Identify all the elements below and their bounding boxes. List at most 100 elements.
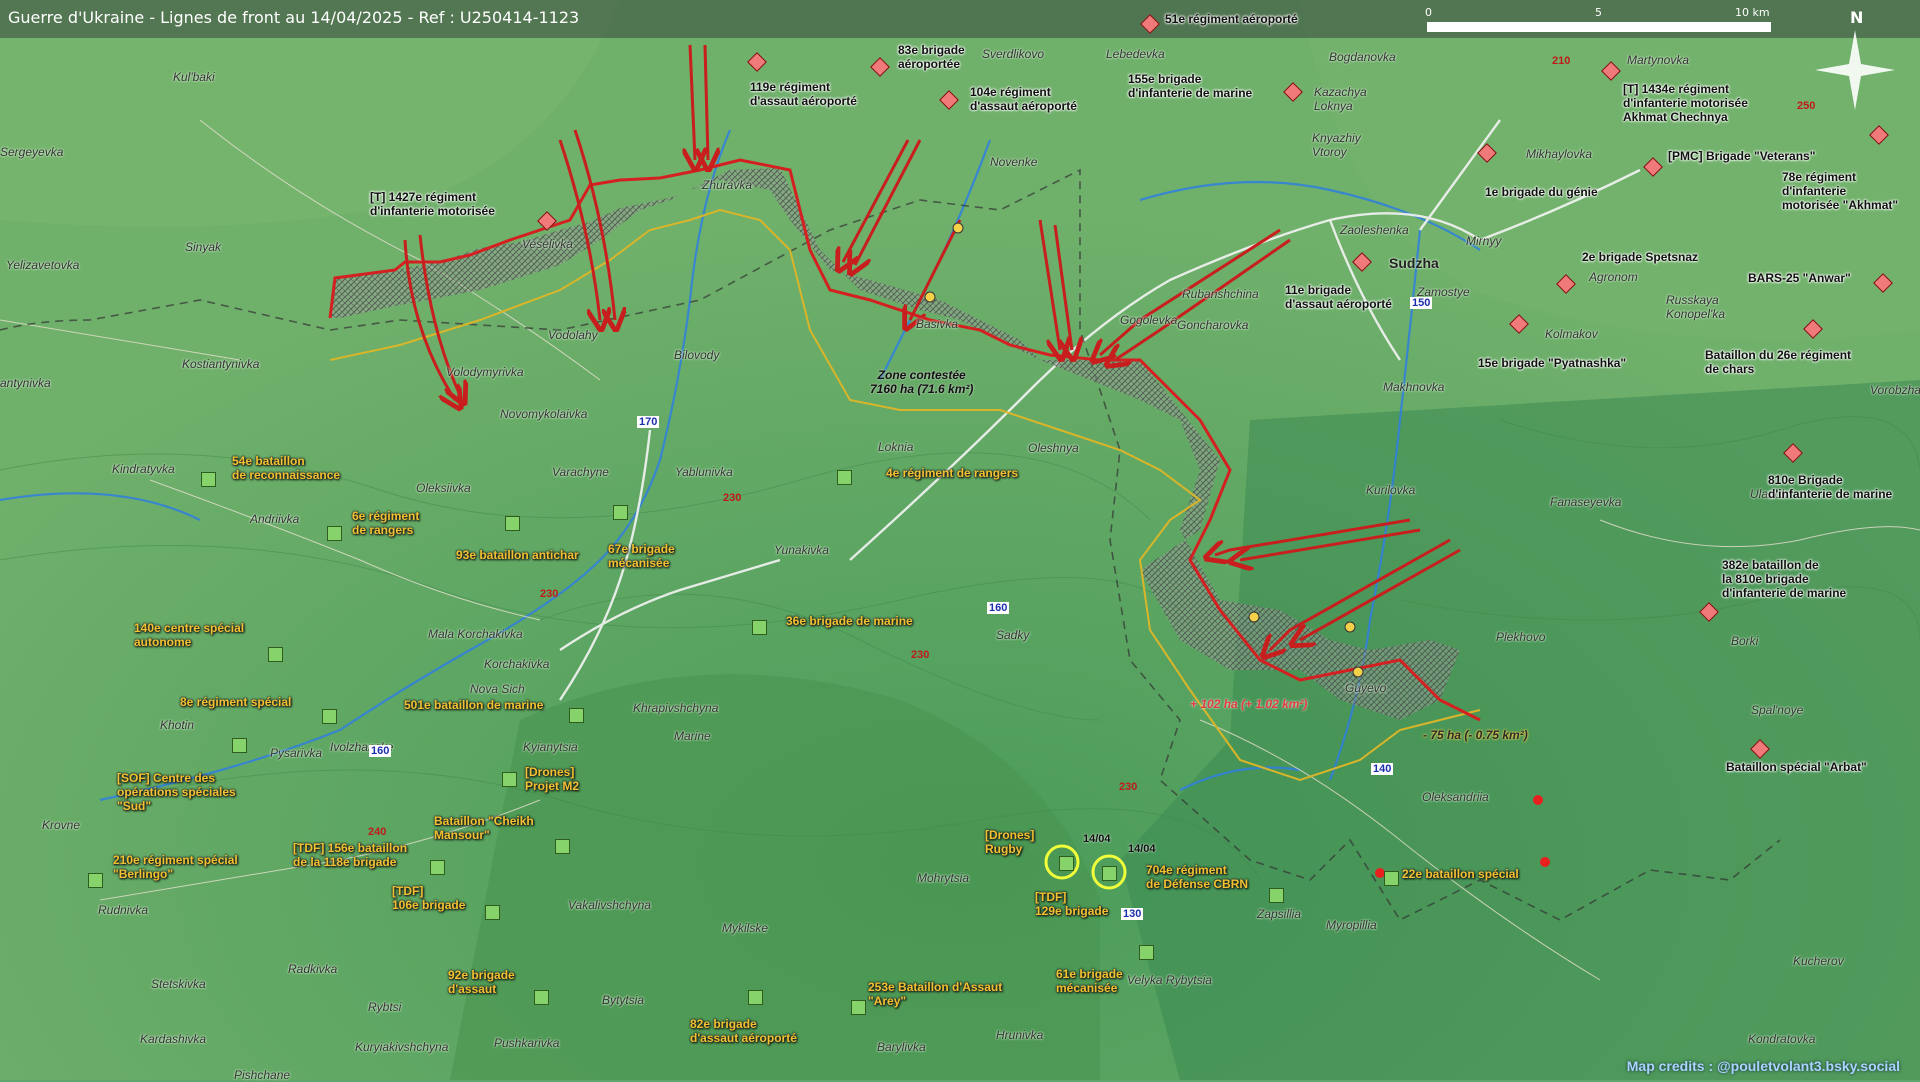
russian-unit-label: 51e régiment aéroporté bbox=[1165, 12, 1298, 26]
place-label: Kardashivka bbox=[140, 1032, 207, 1046]
ukrainian-unit-label: 54e bataillon de reconnaissance bbox=[232, 454, 341, 482]
ukrainian-unit-marker-icon bbox=[502, 772, 517, 787]
place-label: Kurilovka bbox=[1366, 483, 1416, 497]
place-label: Oleksandriia bbox=[1422, 790, 1489, 804]
road-number-label: 240 bbox=[368, 826, 387, 838]
place-label: Kolmakov bbox=[1545, 327, 1598, 341]
place-label: Martynovka bbox=[1627, 53, 1690, 67]
place-label: Andriivka bbox=[250, 512, 300, 526]
place-label: Kazachya Loknya bbox=[1314, 85, 1367, 113]
place-label: Zhuravka bbox=[702, 178, 753, 192]
russian-unit-label: 78e régiment d'infanterie motorisée "Akh… bbox=[1782, 170, 1899, 212]
terrain-map bbox=[0, 0, 1920, 1080]
place-label: Makhnovka bbox=[1383, 380, 1445, 394]
ukrainian-unit-label: 92e brigade d'assaut bbox=[448, 968, 515, 996]
road-number-label: 140 bbox=[1371, 763, 1394, 775]
ukrainian-unit-label: 67e brigade mécanisée bbox=[608, 542, 675, 570]
place-label: Guyevo bbox=[1345, 681, 1387, 695]
place-label: Velyka Rybytsia bbox=[1127, 973, 1212, 987]
russian-unit-label: [T] 1427e régiment d'infanterie motorisé… bbox=[370, 190, 495, 218]
russian-unit-label: Bataillon spécial "Arbat" bbox=[1726, 760, 1867, 774]
place-label: Kucherov bbox=[1793, 954, 1844, 968]
road-number-label: 150 bbox=[1410, 297, 1433, 309]
russian-unit-label: 1e brigade du génie bbox=[1485, 185, 1598, 199]
place-label: Zaoleshenka bbox=[1340, 223, 1409, 237]
road-number-label: 250 bbox=[1797, 100, 1816, 112]
place-label: Khotin bbox=[160, 718, 195, 732]
map-title: Guerre d'Ukraine - Lignes de front au 14… bbox=[8, 8, 580, 27]
place-label: Marine bbox=[674, 729, 711, 743]
road-number-label: 170 bbox=[637, 416, 660, 428]
ukrainian-unit-marker-icon bbox=[327, 526, 342, 541]
ukrainian-unit-marker-icon bbox=[201, 472, 216, 487]
road-number-label: 160 bbox=[987, 602, 1010, 614]
place-label: Pysarivka bbox=[270, 746, 323, 760]
ukrainian-unit-marker-icon bbox=[613, 505, 628, 520]
place-label: Oleshnya bbox=[1028, 441, 1079, 455]
ukrainian-unit-marker-icon bbox=[505, 516, 520, 531]
place-label: Nova Sich bbox=[470, 682, 525, 696]
place-label: Sadky bbox=[996, 628, 1030, 642]
place-label: Rubanshchina bbox=[1182, 287, 1259, 301]
place-label: Barylivka bbox=[877, 1040, 926, 1054]
place-label: Gogolevka bbox=[1120, 313, 1178, 327]
scale-label-10: 10 km bbox=[1735, 6, 1770, 19]
place-label: antynivka bbox=[0, 376, 51, 390]
place-label: Varachyne bbox=[552, 465, 609, 479]
ukrainian-unit-marker-icon bbox=[1059, 856, 1074, 871]
place-label: Novenke bbox=[990, 155, 1038, 169]
russian-unit-label: 11e brigade d'assaut aéroporté bbox=[1285, 283, 1392, 311]
place-label: Plekhovo bbox=[1496, 630, 1546, 644]
russian-unit-label: 155e brigade d'infanterie de marine bbox=[1128, 72, 1253, 100]
ukrainian-unit-label: 93e bataillon antichar bbox=[456, 548, 579, 562]
russian-unit-label: 382e bataillon de la 810e brigade d'infa… bbox=[1722, 558, 1847, 600]
russian-unit-label: 15e brigade "Pyatnashka" bbox=[1478, 356, 1627, 370]
place-label: Kindratyvka bbox=[112, 462, 175, 476]
ukrainian-unit-label: [Drones] Projet M2 bbox=[525, 765, 580, 793]
contested-zone-label: Zone contestée 7160 ha (71.6 km²) bbox=[870, 368, 974, 396]
russian-unit-label: Bataillon du 26e régiment de chars bbox=[1705, 348, 1852, 376]
place-label: Vodolahy bbox=[548, 328, 598, 342]
place-label: Mala Korchakivka bbox=[428, 627, 523, 641]
place-label: Bogdanovka bbox=[1329, 50, 1396, 64]
place-label: Kondratovka bbox=[1748, 1032, 1816, 1046]
place-label: Sverdlikovo bbox=[982, 47, 1045, 61]
place-label: Korchakivka bbox=[484, 657, 550, 671]
ukrainian-unit-marker-icon bbox=[748, 990, 763, 1005]
ukrainian-unit-marker-icon bbox=[485, 905, 500, 920]
place-label: Vorobzha bbox=[1870, 383, 1920, 397]
place-label: Oleksiivka bbox=[416, 481, 471, 495]
road-number-label: 230 bbox=[723, 492, 742, 504]
place-label: Kostiantynivka bbox=[182, 357, 260, 371]
place-label: Kuryiakivshchyna bbox=[355, 1040, 449, 1054]
place-label: Mirnyy bbox=[1466, 234, 1502, 248]
russian-unit-label: 83e brigade aéroportée bbox=[898, 43, 965, 71]
ukrainian-unit-marker-icon bbox=[322, 709, 337, 724]
area-loss-label: - 75 ha (- 0.75 km²) bbox=[1423, 728, 1528, 742]
place-label: Goncharovka bbox=[1177, 318, 1249, 332]
place-label: Veselivka bbox=[522, 237, 573, 251]
place-label: Sergeyevka bbox=[0, 145, 64, 159]
ukrainian-unit-marker-icon bbox=[88, 873, 103, 888]
russian-unit-label: 104e régiment d'assaut aéroporté bbox=[970, 85, 1077, 113]
ukrainian-unit-marker-icon bbox=[555, 839, 570, 854]
scale-bar: 0 5 10 km bbox=[1425, 6, 1771, 32]
ukrainian-unit-label: 36e brigade de marine bbox=[786, 614, 913, 628]
place-label: Krovne bbox=[42, 818, 81, 832]
ukrainian-unit-marker-icon bbox=[851, 1000, 866, 1015]
place-label: Yunakivka bbox=[774, 543, 829, 557]
road-number-label: 230 bbox=[540, 588, 559, 600]
ukrainian-unit-marker-icon bbox=[232, 738, 247, 753]
ukrainian-unit-label: 704e régiment de Défense CBRN bbox=[1146, 863, 1249, 891]
road-number-label: 230 bbox=[911, 649, 930, 661]
ukrainian-unit-label: 140e centre spécial autonome bbox=[134, 621, 245, 649]
ukrainian-unit-label: 253e Bataillon d'Assaut "Arey" bbox=[868, 980, 1003, 1008]
place-label: Loknia bbox=[878, 440, 914, 454]
ukrainian-unit-marker-icon bbox=[1139, 945, 1154, 960]
ukrainian-unit-label: [TDF] 129e brigade bbox=[1035, 890, 1109, 918]
place-label: Rybtsi bbox=[368, 1000, 402, 1014]
ukrainian-unit-marker-icon bbox=[752, 620, 767, 635]
ukrainian-unit-label: 501e bataillon de marine bbox=[404, 698, 544, 712]
place-label: Hrunivka bbox=[996, 1028, 1044, 1042]
title-bar: Guerre d'Ukraine - Lignes de front au 14… bbox=[0, 0, 1920, 38]
